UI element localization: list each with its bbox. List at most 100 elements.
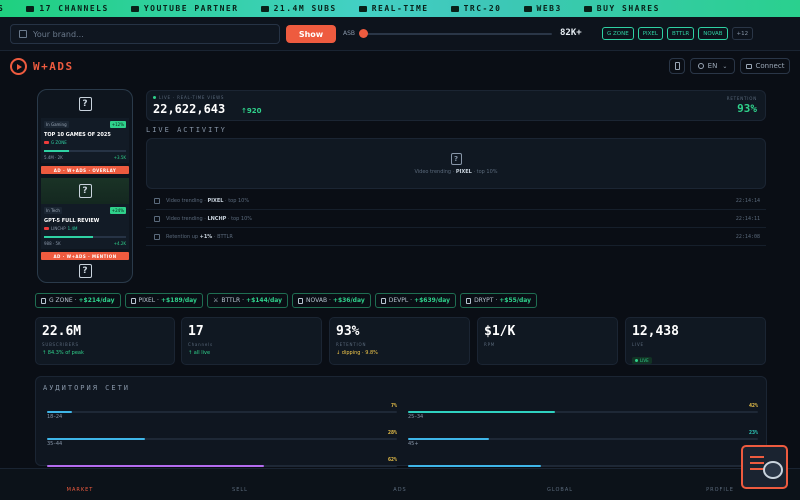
stat-label: Channels [188,342,213,347]
video-progress [44,236,126,238]
youtube-icon [44,141,49,144]
ad-mention-banner[interactable]: AD · W+ADS · MENTION [41,252,129,260]
trend-icon [154,216,160,222]
ticker-item: YOUTUBE PARTNER [130,4,239,13]
earning-chip-pixel[interactable]: PIXEL · +$189/day [124,293,203,308]
audience-bar-fill [47,438,145,440]
video-title: TOP 10 GAMES OF 2025 [44,132,111,138]
activity-hero: ? Video trending · PIXEL · top 10% [146,138,766,189]
stat-subscribers: 22.6M SUBSCRIBERS ↑ 84.3% of peak [35,317,175,365]
channel-icon [130,297,136,304]
nav-ads[interactable]: ADS [393,487,406,493]
video-stats: 5.4M · 2K [44,155,63,160]
ticker-separator-icon [358,5,367,12]
budget-slider[interactable] [359,29,552,38]
chip-novab[interactable]: NOVAB [698,27,728,40]
stat-label: SUBSCRIBERS [42,342,79,347]
channel-icon [466,297,472,304]
audience-bar-label: 25–34 [408,414,424,420]
ticker-bar: S 17 CHANNELS YOUTUBE PARTNER 21.4M SUBS… [0,0,800,17]
placeholder-image-icon: ? [78,184,92,198]
stat-live: 12,438 LIVE LIVE [625,317,766,365]
ticker-item: BUY SHARES [583,4,660,13]
show-button[interactable]: Show [286,25,336,43]
earning-chip-devpl[interactable]: DEVPL · +$639/day [374,293,457,308]
video-gain: +3.5K [113,155,126,160]
slider-value: 82K+ [560,28,582,38]
audience-bar-fill [47,411,72,413]
placeholder-image-icon: ? [450,152,462,165]
audience-bar-percent: 23% [748,430,758,436]
ad-overlay-banner[interactable]: AD · W+ADS · OVERLAY [41,166,129,174]
stat-label: LIVE [632,342,644,347]
live-dot-icon [635,359,638,362]
channel-icon [41,297,46,304]
live-dot-icon [153,96,156,99]
earning-chip-bttlr[interactable]: ⚔ BTTLR · +$144/day [206,293,289,308]
floating-action-button[interactable] [741,445,788,489]
stat-value: 12,438 [632,324,679,339]
placeholder-image-icon: ? [78,264,92,278]
bottom-nav: MARKET SELL ADS GLOBAL PROFILE [0,468,800,500]
phone-video-card[interactable]: In Tech +24% GPT-5 FULL REVIEW LINCHP 1.4… [41,204,129,249]
audience-bar: 35–44 28% [47,430,397,449]
video-progress-fill [44,150,69,152]
live-badge: LIVE [632,357,652,364]
ticker-item: 21.4M SUBS [260,4,337,13]
app-logo[interactable]: W+ADS [10,58,74,75]
youtube-icon [44,227,49,230]
video-stats: 988 · 5K [44,241,61,246]
earning-chip-drypt[interactable]: DRYPT · +$55/day [460,293,538,308]
ticker-separator-icon [583,5,592,12]
chip-bttlr[interactable]: BTTLR [666,27,695,40]
stat-value: 17 [188,324,204,339]
growth-badge: +24% [109,207,126,214]
logo-text: W+ADS [33,60,74,73]
nav-global[interactable]: GLOBAL [547,487,573,493]
channel-icon [380,297,386,304]
video-gain: +4.2K [113,241,126,246]
earning-chip-novab[interactable]: NOVAB · +$36/day [292,293,371,308]
category-tag: In Gaming [44,121,69,128]
chip-more[interactable]: +12 [731,27,754,40]
chip-gzone[interactable]: G ZONE [602,27,634,40]
menu-lines-icon [750,456,764,458]
ticker-separator-icon [260,5,269,12]
ticker-item: 17 CHANNELS [26,4,108,13]
slider-handle[interactable] [359,29,368,38]
asb-label: ASB [343,30,356,37]
video-title: GPT-5 FULL REVIEW [44,218,100,224]
brand-search-input[interactable]: Your brand... [10,24,280,44]
phone-video-card[interactable]: In Gaming +12% TOP 10 GAMES OF 2025 G ZO… [41,118,129,163]
ticker-item: TRC-20 [450,4,502,13]
chevron-down-icon: ⌄ [722,62,728,70]
audience-bar-label: 35–44 [47,441,63,447]
brand-input-placeholder: Your brand... [33,29,84,39]
views-delta: ↑920 [241,107,262,115]
nav-profile[interactable]: PROFILE [706,487,734,493]
device-button[interactable] [669,58,685,74]
activity-item[interactable]: Video trending · PIXEL · top 10% 22:14:1… [146,193,766,210]
phone-thumbnail: ? [41,178,129,204]
connect-button[interactable]: Connect [740,58,790,74]
audience-bar-percent: 28% [387,430,397,436]
earning-chip-gzone[interactable]: G ZONE · +$214/day [35,293,121,308]
ticker-separator-icon [26,5,35,12]
audience-bar-fill [47,465,264,467]
chip-pixel[interactable]: PIXEL [637,27,663,40]
earnings-row: G ZONE · +$214/day PIXEL · +$189/day ⚔ BTTL… [35,293,538,308]
stat-sub: ↑ all live [188,350,211,356]
stat-label: RPM [484,342,496,347]
nav-sell[interactable]: SELL [232,487,248,493]
audience-bar-fill [408,411,555,413]
language-select[interactable]: EN ⌄ [690,58,735,74]
retention-value: 93% [737,102,757,115]
growth-badge: +12% [109,121,126,128]
live-activity-title: LIVE ACTIVITY [146,126,227,134]
phone-hero: ? [38,90,132,118]
activity-item[interactable]: Retention up +1% · BTTLR 22:14:08 [146,229,766,246]
activity-item[interactable]: Video trending · LNCHP · top 10% 22:14:1… [146,211,766,228]
nav-market[interactable]: MARKET [67,487,94,493]
sword-icon: ⚔ [212,297,219,304]
audience-bar-percent: 42% [748,403,758,409]
